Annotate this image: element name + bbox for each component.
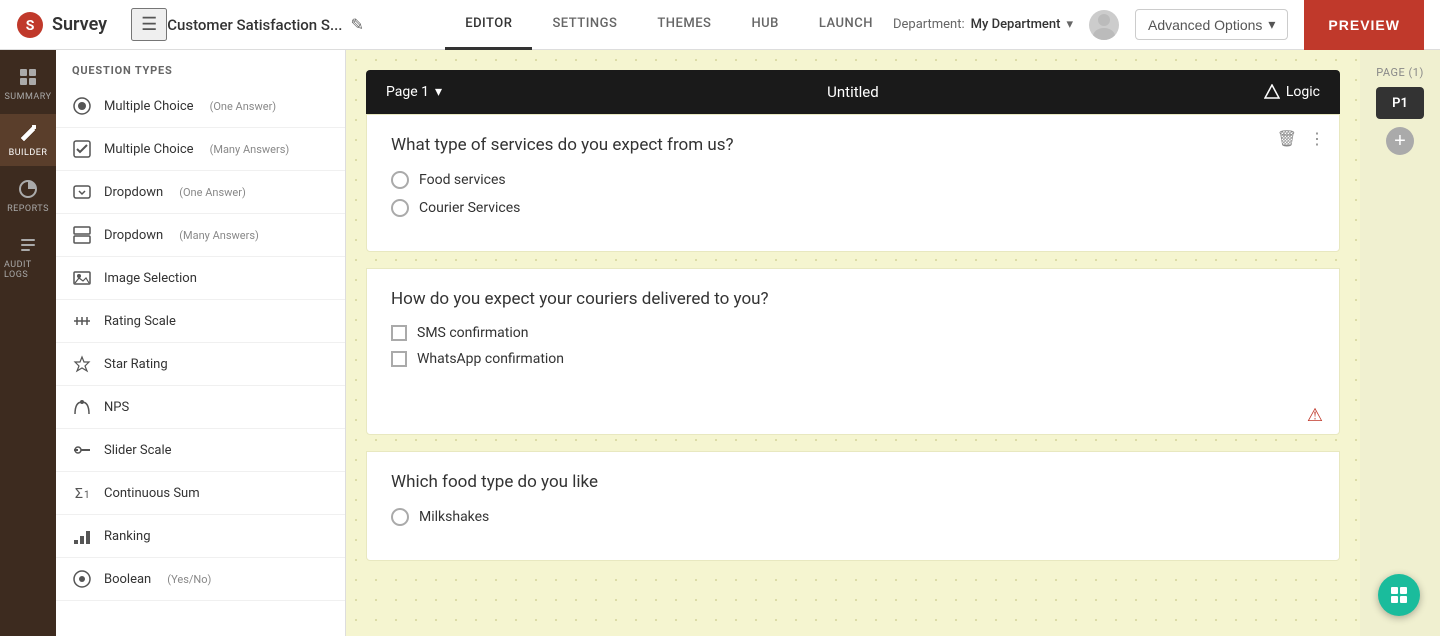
page-dropdown[interactable]: Page 1 ▾ (386, 84, 442, 100)
question-card-2-inner: How do you expect your couriers delivere… (367, 269, 1339, 401)
logo-area: S Survey (16, 11, 107, 39)
radio-1-1[interactable] (391, 171, 409, 189)
nav-tabs: EDITOR SETTINGS THEMES HUB LAUNCH (445, 0, 893, 50)
survey-title: Customer Satisfaction S... (167, 16, 342, 34)
question-3-text: Which food type do you like (391, 472, 1315, 492)
option-2-1-text: SMS confirmation (417, 325, 528, 341)
qt-rating-scale[interactable]: Rating Scale (56, 300, 345, 343)
option-1-2-text: Courier Services (419, 200, 520, 216)
survey-title-area: Customer Satisfaction S... ✎ (167, 15, 445, 34)
page-thumbnail-1[interactable]: P1 (1376, 87, 1424, 119)
qt-dropdown-many[interactable]: Dropdown (Many Answers) (56, 214, 345, 257)
svg-text:S: S (26, 18, 35, 34)
hamburger-button[interactable]: ☰ (131, 8, 167, 41)
sidebar-item-builder[interactable]: BUILDER (0, 114, 56, 166)
main-layout: SUMMARY BUILDER REPORTS AUDIT LOGS QUEST… (0, 50, 1440, 636)
question-types-header: QUESTION TYPES (56, 50, 345, 85)
delete-question-1-button[interactable]: 🗑 (1275, 127, 1299, 151)
qt-nps[interactable]: NPS (56, 386, 345, 429)
qt-ranking[interactable]: Ranking (56, 515, 345, 558)
ranking-icon (72, 526, 92, 546)
top-nav-right: Department: My Department ▾ Advanced Opt… (893, 0, 1424, 50)
page-title: Untitled (827, 83, 879, 101)
question-card-3: Which food type do you like Milkshakes (366, 451, 1340, 561)
qt-dropdown-one[interactable]: Dropdown (One Answer) (56, 171, 345, 214)
logo-icon: S (16, 11, 44, 39)
more-options-question-1-button[interactable]: ⋮ (1307, 127, 1327, 151)
tab-hub[interactable]: HUB (731, 0, 798, 50)
canvas-area: Page 1 ▾ Untitled Logic 🗑 ⋮ What type of… (346, 50, 1360, 636)
tab-editor[interactable]: EDITOR (445, 0, 532, 50)
tab-themes[interactable]: THEMES (637, 0, 731, 50)
logic-icon (1264, 84, 1280, 100)
icon-sidebar: SUMMARY BUILDER REPORTS AUDIT LOGS (0, 50, 56, 636)
question-card-3-inner: Which food type do you like Milkshakes (367, 452, 1339, 560)
question-card-2: How do you expect your couriers delivere… (366, 268, 1340, 435)
slider-scale-icon (72, 440, 92, 460)
checkbox-2-2[interactable] (391, 351, 407, 367)
dropdown-many-icon (72, 225, 92, 245)
department-info: Department: My Department ▾ (893, 17, 1073, 32)
question-1-actions: 🗑 ⋮ (1275, 127, 1327, 151)
question-2-option-2: WhatsApp confirmation (391, 351, 1315, 367)
page-header-bar: Page 1 ▾ Untitled Logic (366, 70, 1340, 114)
question-1-option-2: Courier Services (391, 199, 1315, 217)
question-card-1-inner: 🗑 ⋮ What type of services do you expect … (367, 115, 1339, 251)
option-1-1-text: Food services (419, 172, 506, 188)
rating-scale-icon (72, 311, 92, 331)
option-2-2-text: WhatsApp confirmation (417, 351, 564, 367)
question-3-option-1: Milkshakes (391, 508, 1315, 526)
summary-icon (17, 66, 39, 88)
checkbox-2-1[interactable] (391, 325, 407, 341)
question-2-option-1: SMS confirmation (391, 325, 1315, 341)
sidebar-item-audit-logs[interactable]: AUDIT LOGS (0, 226, 56, 288)
app-name: Survey (52, 14, 107, 35)
tab-settings[interactable]: SETTINGS (532, 0, 637, 50)
reports-icon (17, 178, 39, 200)
advanced-options-button[interactable]: Advanced Options ▾ (1135, 9, 1288, 40)
qt-boolean[interactable]: Boolean (Yes/No) (56, 558, 345, 601)
continuous-sum-icon: Σ1 (72, 483, 92, 503)
qt-multiple-choice-many[interactable]: Multiple Choice (Many Answers) (56, 128, 345, 171)
add-page-button[interactable]: + (1386, 127, 1414, 155)
image-selection-icon (72, 268, 92, 288)
tab-launch[interactable]: LAUNCH (799, 0, 893, 50)
question-1-text: What type of services do you expect from… (391, 135, 1315, 155)
preview-button[interactable]: PREVIEW (1304, 0, 1424, 50)
user-avatar[interactable] (1089, 10, 1119, 40)
radio-icon (72, 96, 92, 116)
checkbox-icon (72, 139, 92, 159)
qt-image-selection[interactable]: Image Selection (56, 257, 345, 300)
top-navigation: S Survey ☰ Customer Satisfaction S... ✎ … (0, 0, 1440, 50)
question-card-1: 🗑 ⋮ What type of services do you expect … (366, 114, 1340, 252)
sidebar-item-summary[interactable]: SUMMARY (0, 58, 56, 110)
logic-button[interactable]: Logic (1264, 84, 1320, 100)
svg-text:Σ: Σ (75, 486, 83, 502)
audit-logs-icon (17, 234, 39, 256)
right-panel: PAGE (1) P1 + (1360, 50, 1440, 636)
radio-1-2[interactable] (391, 199, 409, 217)
star-rating-icon (72, 354, 92, 374)
radio-3-1[interactable] (391, 508, 409, 526)
question-2-warning: ⚠ (367, 401, 1339, 434)
builder-icon (17, 122, 39, 144)
warning-triangle-icon: ⚠ (1307, 405, 1323, 426)
qt-continuous-sum[interactable]: Σ1 Continuous Sum (56, 472, 345, 515)
question-types-panel: QUESTION TYPES Multiple Choice (One Answ… (56, 50, 346, 636)
dropdown-one-icon (72, 182, 92, 202)
question-2-text: How do you expect your couriers delivere… (391, 289, 1315, 309)
option-3-1-text: Milkshakes (419, 509, 489, 525)
edit-title-icon[interactable]: ✎ (350, 15, 363, 34)
question-1-option-1: Food services (391, 171, 1315, 189)
page-counter-label: PAGE (1) (1376, 66, 1424, 79)
qt-multiple-choice-one[interactable]: Multiple Choice (One Answer) (56, 85, 345, 128)
qt-star-rating[interactable]: Star Rating (56, 343, 345, 386)
sidebar-item-reports[interactable]: REPORTS (0, 170, 56, 222)
qt-slider-scale[interactable]: Slider Scale (56, 429, 345, 472)
nps-icon (72, 397, 92, 417)
expand-icon (1389, 585, 1409, 605)
boolean-icon (72, 569, 92, 589)
fab-button[interactable] (1378, 574, 1420, 616)
svg-text:1: 1 (84, 490, 90, 501)
